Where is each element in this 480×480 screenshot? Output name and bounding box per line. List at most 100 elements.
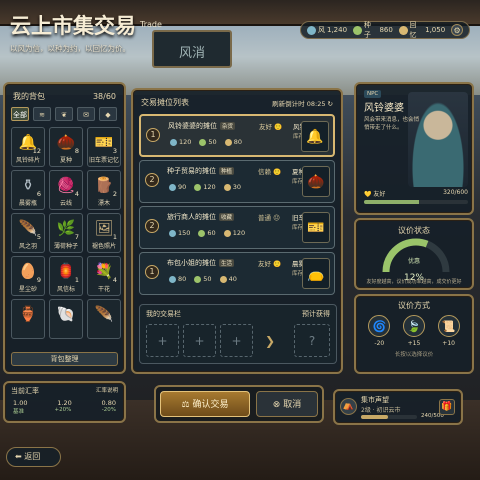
npc-panel: NPC 风铃婆婆 风会带来消息，也会悄悄带走了什么。 💛 友好 320/600	[354, 82, 474, 215]
rate-sub: 基准	[13, 409, 25, 415]
offer-cost-value: 40	[228, 275, 237, 283]
resource-dot-icon	[169, 183, 176, 191]
method-wind[interactable]: 🌀 -20	[366, 315, 392, 347]
rate-hint[interactable]: 汇率说明	[96, 386, 118, 396]
offer-rank: 2	[145, 219, 159, 233]
item-count: 12	[32, 147, 41, 155]
bag-slot[interactable]: 🥚 9 星尘砂	[11, 256, 45, 296]
offer-cost-value: 80	[178, 275, 187, 283]
bag-slot[interactable]: 🪶	[87, 299, 121, 339]
resource-dot-icon	[223, 183, 231, 191]
item-count: 4	[112, 276, 117, 284]
bag-panel: 我的背包 38/60 全部 ≋ ❦ ✉ ◆ 🔔 12 风铃碎片 🌰 8 夏种 🎫 3 旧车票记忆 ⚱…	[3, 82, 126, 374]
stall-offer[interactable]: 2 种子贸易的摊位 种植 信赖 🙂 90 120 30 夏种 库存 5 🌰	[139, 160, 335, 203]
page-header: 云上市集交易 Trade 以风为信，以种为约，以回忆为价。	[10, 10, 162, 54]
item-count: 5	[36, 233, 41, 241]
bag-slot[interactable]: 🎫 3 旧车票记忆	[87, 127, 121, 167]
bag-slot[interactable]: 🏺	[11, 299, 45, 339]
offer-item-icon: 🎫	[302, 212, 330, 243]
stall-offer[interactable]: 1布包小姐的摊位生活友好 🙂805040晨雾布包库存 6👝	[139, 252, 335, 295]
affection-meter: 💛 友好 320/600	[364, 189, 468, 204]
item-count: 3	[112, 147, 117, 155]
resource-dot-icon	[194, 183, 202, 191]
bag-slot[interactable]: 🪵 2 漂木	[87, 170, 121, 210]
item-count: 1	[74, 276, 79, 284]
affection-bar-fill	[364, 200, 420, 204]
method-seed[interactable]: 🍃 +15	[401, 315, 427, 347]
bag-slot[interactable]: ⚱ 6 晨雾瓶	[11, 170, 45, 210]
offer-rank: 1	[146, 128, 160, 142]
trade-slot[interactable]: +	[220, 324, 253, 357]
stall-panel: 交易摊位列表 刷新倒计时 08:25 ↻ 1 风铃婆婆的摊位 杂货 友好 🙂 120 50 8…	[131, 88, 343, 374]
item-count: 4	[74, 190, 79, 198]
item-name: 薄荷种子	[53, 243, 78, 250]
hanging-sign: 风消	[152, 30, 232, 68]
offer-mood: 友好 🙂	[258, 260, 282, 268]
bag-slot[interactable]: 💐 4 干花	[87, 256, 121, 296]
memory-icon	[398, 25, 408, 35]
offer-cost-value: 30	[232, 183, 241, 191]
cancel-label: 取消	[283, 400, 302, 410]
bag-slot[interactable]: 🌰 8 夏种	[49, 127, 83, 167]
gear-icon[interactable]: ⚙	[451, 24, 463, 36]
back-label: 返回	[24, 452, 41, 461]
item-count: 8	[74, 147, 79, 155]
rate-value: 1.20	[57, 399, 72, 407]
offer-item-icon: 👝	[302, 258, 330, 289]
offer-tag: 生活	[219, 259, 235, 267]
resource-dot-icon	[194, 275, 202, 283]
bag-tabs: 全部 ≋ ❦ ✉ ◆	[5, 105, 124, 123]
offer-cost-value: 80	[233, 138, 242, 146]
reputation-bar-fill	[361, 415, 388, 419]
haggle-title: 议价状态	[398, 226, 430, 235]
method-memory[interactable]: 📜 +10	[436, 315, 462, 347]
bag-slot[interactable]: 🧶 4 云线	[49, 170, 83, 210]
page-title: 云上市集交易	[10, 13, 136, 38]
stall-offer[interactable]: 2旅行商人的摊位收藏普通 😐15060120旧车票记忆库存 2🎫	[139, 206, 335, 249]
stall-title: 交易摊位列表	[141, 98, 189, 107]
tab-all[interactable]: 全部	[11, 107, 29, 121]
swirl-icon: 🌀	[368, 315, 391, 337]
stall-offer[interactable]: 1风铃婆婆的摊位杂货友好 🙂1205080风铃碎片库存 3🔔	[139, 114, 335, 157]
reputation-level: 2级 · 初识云市	[361, 407, 401, 414]
reputation-panel: ⛺ 集市声望 2级 · 初识云市 240/500 🎁	[333, 389, 463, 425]
item-count: 9	[36, 276, 41, 284]
item-name: 褪色照片	[91, 243, 116, 250]
bag-slot[interactable]: 🪶 5 风之羽	[11, 213, 45, 253]
bag-slot[interactable]: 🐚	[49, 299, 83, 339]
offer-cost-value: 150	[178, 229, 191, 237]
tab-misc[interactable]: ◆	[99, 107, 117, 121]
reputation-title: 集市声望	[361, 396, 389, 404]
offer-tag: 杂货	[220, 122, 236, 130]
haggle-note: 友好度越高，议价成功率越高，成交价更好	[366, 279, 462, 285]
cancel-button[interactable]: ⊗ 取消	[256, 391, 318, 417]
refresh-icon[interactable]: ↻	[328, 100, 333, 108]
confirm-button[interactable]: ⚖ 确认交易	[160, 391, 250, 417]
method-value: +10	[442, 340, 455, 347]
item-icon: 🪶	[94, 305, 114, 323]
item-name: 风之羽	[18, 243, 37, 250]
back-button[interactable]: ⬅ 返回	[6, 447, 61, 467]
trade-slot[interactable]: +	[146, 324, 179, 357]
bag-slot[interactable]: 🖼 1 褪色照片	[87, 213, 121, 253]
bag-slot[interactable]: 🏮 1 风信标	[49, 256, 83, 296]
tab-seed[interactable]: ❦	[55, 107, 73, 121]
gift-icon[interactable]: 🎁	[439, 399, 455, 415]
offer-cost-value: 50	[208, 138, 217, 146]
offer-cost: 120	[194, 183, 216, 191]
offer-rank: 2	[145, 173, 159, 187]
item-count: 1	[112, 233, 117, 241]
refresh-timer: 刷新倒计时 08:25 ↻	[272, 98, 333, 108]
haggle-state: 优惠	[407, 258, 420, 265]
affection-value: 320/600	[443, 189, 468, 196]
bag-slot[interactable]: 🌿 7 薄荷种子	[49, 213, 83, 253]
resource-dot-icon	[224, 138, 232, 146]
trade-slot[interactable]: +	[183, 324, 216, 357]
rate-sub: -20%	[101, 407, 116, 413]
bag-sort-button[interactable]: 背包整理	[11, 352, 118, 366]
offer-cost-value: 120	[203, 183, 216, 191]
tab-wind[interactable]: ≋	[33, 107, 51, 121]
bag-slot[interactable]: 🔔 12 风铃碎片	[11, 127, 45, 167]
rate-sub: +20%	[54, 407, 72, 413]
tab-memory[interactable]: ✉	[77, 107, 95, 121]
